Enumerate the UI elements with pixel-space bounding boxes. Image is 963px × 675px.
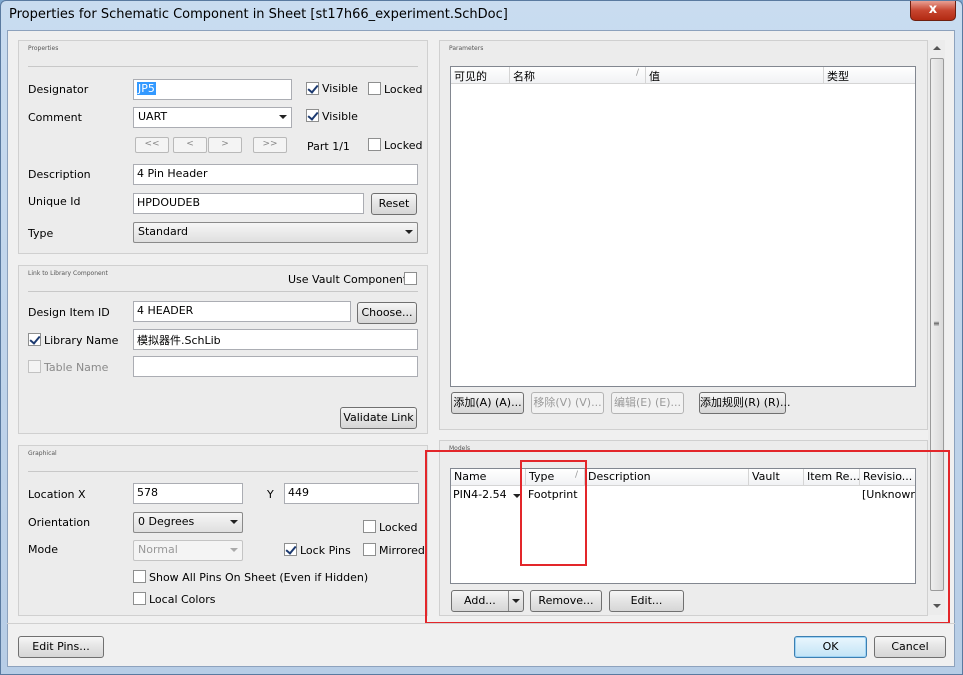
- graphical-locked-checkbox[interactable]: [363, 520, 376, 533]
- show-all-pins-checkbox[interactable]: [133, 570, 146, 583]
- graphical-locked-label: Locked: [379, 521, 418, 534]
- comment-combo[interactable]: UART: [133, 107, 292, 128]
- part-prev-button[interactable]: <: [173, 137, 207, 153]
- location-x-label: Location X: [28, 488, 86, 501]
- lock-pins-checkbox[interactable]: [284, 543, 297, 556]
- type-label: Type: [28, 227, 54, 240]
- table-name-label: Table Name: [44, 361, 109, 374]
- designator-locked-label: Locked: [384, 83, 423, 96]
- comment-value: UART: [138, 110, 168, 123]
- design-item-label: Design Item ID: [28, 306, 110, 319]
- mirrored-label: Mirrored: [379, 544, 425, 557]
- ok-button[interactable]: OK: [794, 636, 867, 658]
- lock-pins-label: Lock Pins: [300, 544, 351, 557]
- highlight-models-box: [425, 450, 950, 624]
- param-col-visible[interactable]: 可见的: [451, 67, 510, 84]
- properties-panel-title: Properties: [28, 45, 59, 52]
- uniqueid-field[interactable]: HPDOUDEB: [133, 193, 364, 214]
- part-locked-label: Locked: [384, 139, 423, 152]
- location-x-field[interactable]: 578: [133, 483, 243, 504]
- choose-button[interactable]: Choose...: [357, 302, 417, 324]
- param-add-button[interactable]: 添加(A) (A)...: [451, 392, 524, 414]
- designator-value: JP5: [137, 82, 156, 95]
- validate-link-button[interactable]: Validate Link: [340, 407, 417, 429]
- description-field[interactable]: 4 Pin Header: [133, 164, 418, 185]
- part-locked-checkbox[interactable]: [368, 138, 381, 151]
- parameters-panel-title: Parameters: [449, 45, 484, 52]
- panel-divider: [28, 471, 418, 472]
- panel-divider: [28, 66, 418, 67]
- mode-label: Mode: [28, 543, 58, 556]
- chevron-down-icon: [279, 115, 287, 119]
- design-item-field[interactable]: 4 HEADER: [133, 301, 351, 322]
- part-next-button[interactable]: >: [208, 137, 242, 153]
- param-col-name-text: 名称: [513, 70, 535, 83]
- close-button[interactable]: x: [910, 1, 956, 21]
- use-vault-label: Use Vault Component: [288, 273, 408, 286]
- panel-divider: [28, 291, 418, 292]
- orientation-value: 0 Degrees: [138, 515, 195, 528]
- local-colors-label: Local Colors: [149, 593, 216, 606]
- part-last-button[interactable]: >>: [253, 137, 287, 153]
- chevron-down-icon: [405, 230, 413, 234]
- grip-icon: ≡: [933, 319, 940, 328]
- cancel-button[interactable]: Cancel: [874, 636, 946, 658]
- mirrored-checkbox[interactable]: [363, 543, 376, 556]
- library-name-field[interactable]: 模拟器件.SchLib: [133, 329, 418, 350]
- reset-button[interactable]: Reset: [371, 193, 417, 215]
- table-name-field[interactable]: [133, 356, 418, 377]
- param-col-value[interactable]: 值: [646, 67, 824, 84]
- library-name-label: Library Name: [44, 334, 119, 347]
- uniqueid-label: Unique Id: [28, 195, 81, 208]
- library-name-checkbox[interactable]: [28, 333, 41, 346]
- type-combo[interactable]: Standard: [133, 222, 418, 243]
- mode-value: Normal: [138, 543, 178, 556]
- designator-locked-checkbox[interactable]: [368, 82, 381, 95]
- comment-visible-checkbox[interactable]: [306, 109, 319, 122]
- highlight-type-box: [520, 460, 587, 566]
- sort-arrow-icon: /: [635, 68, 639, 78]
- comment-visible-label: Visible: [322, 110, 358, 123]
- location-y-label: Y: [267, 488, 274, 501]
- show-all-pins-label: Show All Pins On Sheet (Even if Hidden): [149, 571, 369, 584]
- graphical-panel-title: Graphical: [28, 450, 57, 457]
- footer-divider: [7, 623, 955, 624]
- comment-label: Comment: [28, 111, 82, 124]
- param-edit-button[interactable]: 编辑(E) (E)...: [611, 392, 684, 414]
- title-bar: Properties for Schematic Component in Sh…: [1, 1, 962, 31]
- param-add-rule-button[interactable]: 添加规则(R) (R)...: [699, 392, 790, 414]
- description-label: Description: [28, 168, 91, 181]
- type-value: Standard: [138, 225, 189, 238]
- location-y-field[interactable]: 449: [284, 483, 419, 504]
- part-first-button[interactable]: <<: [135, 137, 169, 153]
- mode-combo[interactable]: Normal: [133, 540, 243, 561]
- window-title: Properties for Schematic Component in Sh…: [9, 7, 508, 22]
- param-col-name[interactable]: 名称 /: [510, 67, 646, 84]
- orientation-combo[interactable]: 0 Degrees: [133, 512, 243, 533]
- use-vault-checkbox[interactable]: [404, 272, 417, 285]
- designator-visible-label: Visible: [322, 82, 358, 95]
- designator-label: Designator: [28, 83, 89, 96]
- chevron-down-icon: [230, 520, 238, 524]
- parameters-grid[interactable]: 可见的 名称 / 值 类型: [450, 66, 916, 387]
- local-colors-checkbox[interactable]: [133, 592, 146, 605]
- table-name-checkbox[interactable]: [28, 360, 41, 373]
- designator-visible-checkbox[interactable]: [306, 82, 319, 95]
- param-remove-button[interactable]: 移除(V) (V)...: [531, 392, 604, 414]
- edit-pins-button[interactable]: Edit Pins...: [18, 636, 104, 658]
- scroll-up-icon[interactable]: [933, 46, 941, 50]
- part-indicator: Part 1/1: [307, 140, 350, 153]
- chevron-down-icon: [230, 548, 238, 552]
- designator-field[interactable]: JP5: [133, 79, 292, 100]
- library-panel-title: Link to Library Component: [28, 270, 108, 277]
- orientation-label: Orientation: [28, 516, 91, 529]
- param-col-type[interactable]: 类型: [824, 67, 915, 84]
